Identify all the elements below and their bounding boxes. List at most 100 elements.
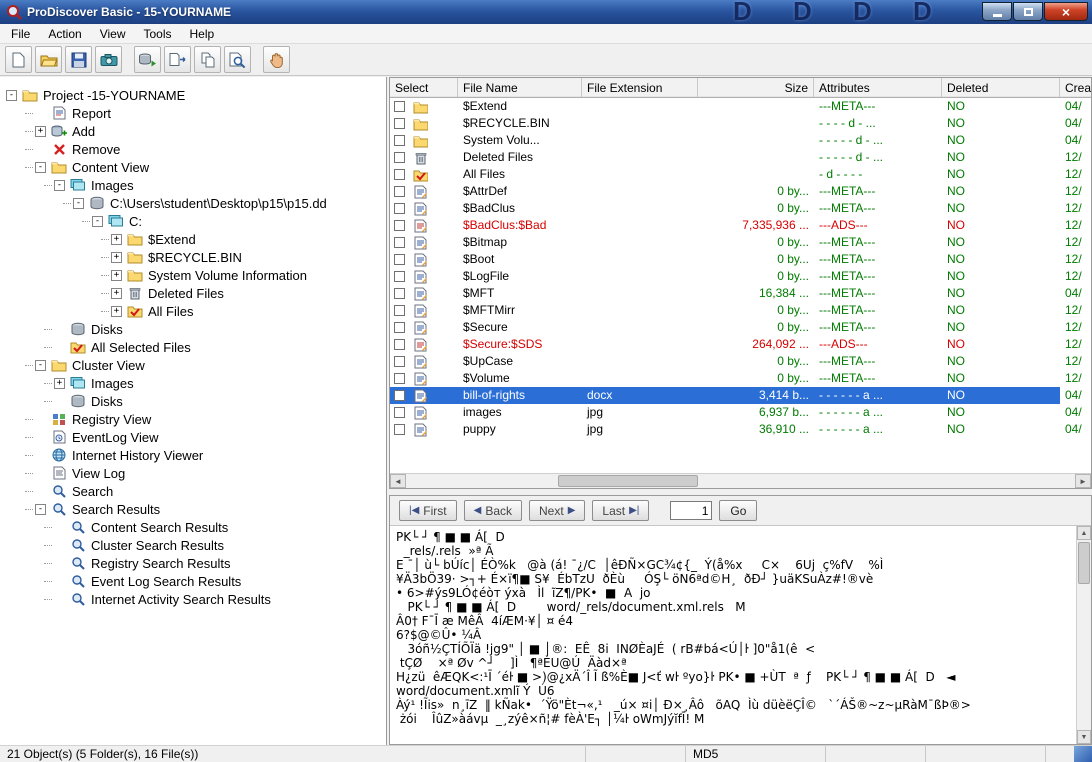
minimize-button[interactable] <box>982 2 1012 21</box>
tree-expander[interactable]: + <box>54 378 65 389</box>
table-row[interactable]: $BadClus0 by...---META---NO12/ <box>390 200 1091 217</box>
table-row[interactable]: All Files- d - - - -NO12/ <box>390 166 1091 183</box>
table-row[interactable]: $Volume0 by...---META---NO12/ <box>390 370 1091 387</box>
tree-expander[interactable]: + <box>111 252 122 263</box>
tree-expander[interactable]: + <box>111 288 122 299</box>
tree-expander[interactable]: + <box>111 306 122 317</box>
table-row[interactable]: bill-of-rightsdocx3,414 b...- - - - - - … <box>390 387 1091 404</box>
tree-item[interactable]: Disks <box>0 392 386 410</box>
row-checkbox[interactable] <box>394 390 405 401</box>
column-header-select[interactable]: Select <box>390 78 458 97</box>
table-row[interactable]: imagesjpg6,937 b...- - - - - - a ...NO04… <box>390 404 1091 421</box>
scroll-down-icon[interactable]: ▼ <box>1077 730 1091 744</box>
column-header-created[interactable]: Crea <box>1060 78 1092 97</box>
tree-item[interactable]: View Log <box>0 464 386 482</box>
viewer-vertical-scrollbar[interactable]: ▲ ▼ <box>1076 526 1091 744</box>
row-checkbox[interactable] <box>394 271 405 282</box>
column-header-attr[interactable]: Attributes <box>814 78 942 97</box>
row-checkbox[interactable] <box>394 152 405 163</box>
tree-item[interactable]: -Images <box>0 176 386 194</box>
tree-expander[interactable]: - <box>54 180 65 191</box>
table-row[interactable]: $AttrDef0 by...---META---NO12/ <box>390 183 1091 200</box>
tree-item[interactable]: +$RECYCLE.BIN <box>0 248 386 266</box>
tree-item[interactable]: Registry Search Results <box>0 554 386 572</box>
tree-expander[interactable]: + <box>111 270 122 281</box>
menu-tools[interactable]: Tools <box>135 25 181 43</box>
tree-item[interactable]: Disks <box>0 320 386 338</box>
tree-item[interactable]: Registry View <box>0 410 386 428</box>
table-row[interactable]: $Extend---META---NO04/ <box>390 98 1091 115</box>
tree-item[interactable]: Cluster Search Results <box>0 536 386 554</box>
table-row[interactable]: $Boot0 by...---META---NO12/ <box>390 251 1091 268</box>
open-project-button[interactable] <box>35 46 62 73</box>
scroll-right-icon[interactable]: ► <box>1075 474 1091 488</box>
horizontal-scrollbar[interactable]: ◄ ► <box>390 473 1091 488</box>
tree-item[interactable]: Internet Activity Search Results <box>0 590 386 608</box>
table-row[interactable]: puppyjpg36,910 ...- - - - - - a ...NO04/ <box>390 421 1091 438</box>
row-checkbox[interactable] <box>394 254 405 265</box>
tree-item[interactable]: -Search Results <box>0 500 386 518</box>
first-button[interactable]: |◀First <box>399 500 457 521</box>
row-checkbox[interactable] <box>394 373 405 384</box>
maximize-button[interactable] <box>1013 2 1043 21</box>
row-checkbox[interactable] <box>394 237 405 248</box>
copy-button[interactable] <box>194 46 221 73</box>
back-button[interactable]: ◀Back <box>464 500 522 521</box>
row-checkbox[interactable] <box>394 356 405 367</box>
tree-item[interactable]: -C: <box>0 212 386 230</box>
column-header-name[interactable]: File Name <box>458 78 582 97</box>
new-project-button[interactable] <box>5 46 32 73</box>
save-project-button[interactable] <box>65 46 92 73</box>
tree-item[interactable]: Content Search Results <box>0 518 386 536</box>
stop-button[interactable] <box>263 46 290 73</box>
table-row[interactable]: $Secure:$SDS264,092 ...---ADS---NO12/ <box>390 336 1091 353</box>
table-row[interactable]: $MFTMirr0 by...---META---NO12/ <box>390 302 1091 319</box>
menu-view[interactable]: View <box>91 25 135 43</box>
tree-item[interactable]: -Content View <box>0 158 386 176</box>
row-checkbox[interactable] <box>394 135 405 146</box>
menu-action[interactable]: Action <box>39 25 90 43</box>
row-checkbox[interactable] <box>394 118 405 129</box>
table-row[interactable]: $UpCase0 by...---META---NO12/ <box>390 353 1091 370</box>
row-checkbox[interactable] <box>394 288 405 299</box>
tree-expander[interactable]: - <box>35 360 46 371</box>
tree-expander[interactable]: - <box>6 90 17 101</box>
table-row[interactable]: System Volu...- - - - - d - ...NO04/ <box>390 132 1091 149</box>
row-checkbox[interactable] <box>394 203 405 214</box>
tree-item[interactable]: Remove <box>0 140 386 158</box>
row-checkbox[interactable] <box>394 101 405 112</box>
menu-help[interactable]: Help <box>181 25 224 43</box>
table-row[interactable]: $BadClus:$Bad7,335,936 ...---ADS---NO12/ <box>390 217 1091 234</box>
tree-item[interactable]: -Cluster View <box>0 356 386 374</box>
tree-expander[interactable]: - <box>35 162 46 173</box>
scroll-left-icon[interactable]: ◄ <box>390 474 406 488</box>
tree-expander[interactable]: + <box>111 234 122 245</box>
tree-item[interactable]: Search <box>0 482 386 500</box>
tree-item[interactable]: All Selected Files <box>0 338 386 356</box>
page-number-input[interactable] <box>670 501 712 520</box>
row-checkbox[interactable] <box>394 407 405 418</box>
scroll-up-icon[interactable]: ▲ <box>1077 526 1091 540</box>
tree-item[interactable]: +All Files <box>0 302 386 320</box>
last-button[interactable]: Last▶| <box>592 500 649 521</box>
table-row[interactable]: $MFT16,384 ...---META---NO04/ <box>390 285 1091 302</box>
tree-item[interactable]: +Deleted Files <box>0 284 386 302</box>
tree-item[interactable]: +Images <box>0 374 386 392</box>
tree-item[interactable]: EventLog View <box>0 428 386 446</box>
table-row[interactable]: Deleted Files- - - - - d - ...NO12/ <box>390 149 1091 166</box>
capture-image-button[interactable] <box>95 46 122 73</box>
tree-item[interactable]: Event Log Search Results <box>0 572 386 590</box>
tree-expander[interactable]: - <box>92 216 103 227</box>
scrollbar-thumb[interactable] <box>558 475 698 487</box>
resize-grip[interactable] <box>1074 746 1092 762</box>
tree-item[interactable]: +$Extend <box>0 230 386 248</box>
table-row[interactable]: $LogFile0 by...---META---NO12/ <box>390 268 1091 285</box>
table-row[interactable]: $RECYCLE.BIN- - - - d - ...NO04/ <box>390 115 1091 132</box>
row-checkbox[interactable] <box>394 424 405 435</box>
tree-item[interactable]: -C:\Users\student\Desktop\p15\p15.dd <box>0 194 386 212</box>
close-button[interactable]: × <box>1044 2 1088 21</box>
tree-item[interactable]: +Add <box>0 122 386 140</box>
export-report-button[interactable] <box>164 46 191 73</box>
row-checkbox[interactable] <box>394 305 405 316</box>
column-header-deleted[interactable]: Deleted <box>942 78 1060 97</box>
